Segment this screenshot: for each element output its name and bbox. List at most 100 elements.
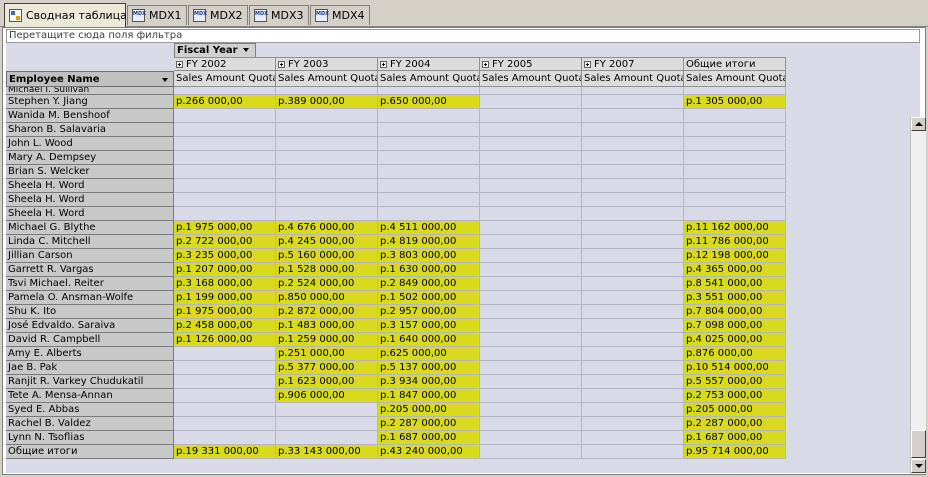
column-header-fy-2003[interactable]: FY 2003 <box>276 57 378 71</box>
data-cell: р.850 000,00 <box>276 291 378 305</box>
data-cell: р.2 872 000,00 <box>276 305 378 319</box>
data-cell-empty <box>480 137 582 151</box>
row-header-partial: Michael I. Sullivan <box>6 87 174 95</box>
tab-mdx1[interactable]: MDX1 <box>127 5 187 25</box>
column-header-fy-2002[interactable]: FY 2002 <box>174 57 276 71</box>
row-header[interactable]: John L. Wood <box>6 137 174 151</box>
data-cell-empty <box>582 445 684 459</box>
row-header[interactable]: Amy E. Alberts <box>6 347 174 361</box>
row-header[interactable]: Garrett R. Vargas <box>6 263 174 277</box>
row-header[interactable]: Mary A. Dempsey <box>6 151 174 165</box>
column-header-grand-total[interactable]: Общие итоги <box>684 57 786 71</box>
row-header[interactable]: Brian S. Welcker <box>6 165 174 179</box>
row-header[interactable]: Jillian Carson <box>6 249 174 263</box>
measure-header[interactable]: Sales Amount Quota <box>276 71 378 87</box>
vertical-scrollbar[interactable] <box>910 117 926 474</box>
data-cell: р.11 786 000,00 <box>684 235 786 249</box>
tab-bar: Сводная таблица MDX1 MDX2 MDX3 MDX4 <box>0 0 928 27</box>
data-cell: р.3 168 000,00 <box>174 277 276 291</box>
dropdown-arrow-icon[interactable] <box>242 48 249 52</box>
data-cell-empty <box>174 123 276 137</box>
row-header[interactable]: Syed E. Abbas <box>6 403 174 417</box>
data-cell: р.1 207 000,00 <box>174 263 276 277</box>
row-header[interactable]: Sharon B. Salavaria <box>6 123 174 137</box>
tab-mdx3[interactable]: MDX3 <box>249 5 309 25</box>
data-cell-empty <box>582 361 684 375</box>
row-header[interactable]: Wanida M. Benshoof <box>6 109 174 123</box>
data-cell: р.876 000,00 <box>684 347 786 361</box>
measure-header[interactable]: Sales Amount Quota <box>480 71 582 87</box>
data-cell-empty <box>582 235 684 249</box>
tab-mdx2[interactable]: MDX2 <box>188 5 248 25</box>
data-cell-empty <box>480 375 582 389</box>
measure-header[interactable]: Sales Amount Quota <box>684 71 786 87</box>
data-cell: р.2 957 000,00 <box>378 305 480 319</box>
row-header[interactable]: Sheela H. Word <box>6 193 174 207</box>
expand-plus-icon[interactable] <box>176 61 183 68</box>
data-cell: р.8 541 000,00 <box>684 277 786 291</box>
expand-plus-icon[interactable] <box>482 61 489 68</box>
data-cell: р.19 331 000,00 <box>174 445 276 459</box>
column-field-fiscal-year[interactable]: Fiscal Year <box>174 43 256 58</box>
expand-plus-icon[interactable] <box>380 61 387 68</box>
column-header-fy-2004[interactable]: FY 2004 <box>378 57 480 71</box>
row-header[interactable]: Sheela H. Word <box>6 179 174 193</box>
data-cell-empty <box>684 165 786 179</box>
scroll-up-button[interactable] <box>911 117 926 131</box>
data-cell-empty <box>582 333 684 347</box>
data-cell: р.1 305 000,00 <box>684 95 786 109</box>
measure-header[interactable]: Sales Amount Quota <box>174 71 276 87</box>
row-header[interactable]: Tsvi Michael. Reiter <box>6 277 174 291</box>
row-header[interactable]: Lynn N. Tsoflias <box>6 431 174 445</box>
tab-сводная-таблица[interactable]: Сводная таблица <box>4 3 127 27</box>
data-cell: р.389 000,00 <box>276 95 378 109</box>
data-cell-empty <box>684 123 786 137</box>
column-header-label: FY 2002 <box>186 59 227 70</box>
tab-mdx4[interactable]: MDX4 <box>310 5 370 25</box>
data-cell: р.2 287 000,00 <box>378 417 480 431</box>
row-header[interactable]: Rachel B. Valdez <box>6 417 174 431</box>
row-header[interactable]: Shu K. Ito <box>6 305 174 319</box>
data-cell-empty <box>480 109 582 123</box>
row-header[interactable]: José Edvaldo. Saraiva <box>6 319 174 333</box>
data-cell-empty <box>480 445 582 459</box>
data-cell-empty <box>276 123 378 137</box>
column-header-fy-2005[interactable]: FY 2005 <box>480 57 582 71</box>
expand-plus-icon[interactable] <box>278 61 285 68</box>
data-cell: р.43 240 000,00 <box>378 445 480 459</box>
data-cell: р.7 804 000,00 <box>684 305 786 319</box>
data-cell: р.3 803 000,00 <box>378 249 480 263</box>
data-cell: р.1 847 000,00 <box>378 389 480 403</box>
data-cell-empty <box>480 319 582 333</box>
row-header[interactable]: Ranjit R. Varkey Chudukatil <box>6 375 174 389</box>
row-header[interactable]: Pamela O. Ansman-Wolfe <box>6 291 174 305</box>
row-header[interactable]: Tete A. Mensa-Annan <box>6 389 174 403</box>
data-cell-empty <box>582 291 684 305</box>
row-header[interactable]: Michael G. Blythe <box>6 221 174 235</box>
expand-plus-icon[interactable] <box>584 61 591 68</box>
row-field-employee-name[interactable]: Employee Name <box>6 71 174 87</box>
scroll-down-button[interactable] <box>911 459 926 473</box>
row-header[interactable]: Linda C. Mitchell <box>6 235 174 249</box>
column-header-fy-2007[interactable]: FY 2007 <box>582 57 684 71</box>
filter-drop-zone[interactable]: Перетащите сюда поля фильтра <box>6 29 920 43</box>
data-cell-empty <box>174 375 276 389</box>
row-header[interactable]: Stephen Y. Jiang <box>6 95 174 109</box>
dropdown-arrow-icon[interactable] <box>162 78 168 82</box>
row-header[interactable]: Sheela H. Word <box>6 207 174 221</box>
data-cell-empty <box>480 389 582 403</box>
measure-header[interactable]: Sales Amount Quota <box>378 71 480 87</box>
data-cell-empty <box>174 87 276 95</box>
data-cell: р.2 458 000,00 <box>174 319 276 333</box>
row-header-grand-total[interactable]: Общие итоги <box>6 445 174 459</box>
column-header-label: FY 2007 <box>594 59 635 70</box>
data-cell-empty <box>276 417 378 431</box>
row-header[interactable]: David R. Campbell <box>6 333 174 347</box>
data-cell: р.1 126 000,00 <box>174 333 276 347</box>
data-cell-empty <box>582 375 684 389</box>
measure-header[interactable]: Sales Amount Quota <box>582 71 684 87</box>
data-cell: р.2 287 000,00 <box>684 417 786 431</box>
scroll-thumb[interactable] <box>911 430 926 458</box>
row-header[interactable]: Jae B. Pak <box>6 361 174 375</box>
data-cell-empty <box>276 137 378 151</box>
